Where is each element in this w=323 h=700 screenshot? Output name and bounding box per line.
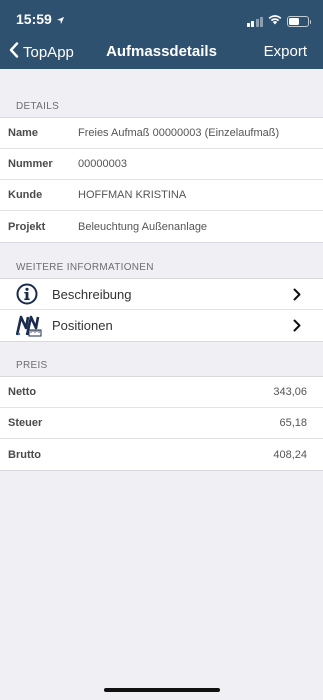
price-value: 65,18 xyxy=(279,417,307,429)
back-button-label: TopApp xyxy=(23,43,74,61)
detail-row-customer: Kunde HOFFMAN KRISTINA xyxy=(0,180,323,211)
details-group: Name Freies Aufmaß 00000003 (Einzelaufma… xyxy=(0,117,323,243)
export-button[interactable]: Export xyxy=(264,43,307,60)
more-info-group: Beschreibung Positionen xyxy=(0,278,323,342)
price-row-net: Netto 343,06 xyxy=(0,377,323,408)
chevron-left-icon xyxy=(9,42,19,62)
back-button[interactable]: TopApp xyxy=(9,42,74,62)
price-row-tax: Steuer 65,18 xyxy=(0,408,323,439)
status-indicators xyxy=(246,12,311,30)
price-section-header: PREIS xyxy=(16,360,48,371)
chevron-right-icon xyxy=(293,319,301,337)
detail-value: HOFFMAN KRISTINA xyxy=(78,189,187,201)
more-info-section-header: WEITERE INFORMATIONEN xyxy=(16,262,154,273)
detail-label: Nummer xyxy=(8,158,53,170)
measurement-icon xyxy=(15,314,42,337)
details-section-header: DETAILS xyxy=(16,101,60,112)
status-time: 15:59 xyxy=(16,11,52,27)
location-arrow-icon xyxy=(56,12,65,30)
price-label: Brutto xyxy=(8,448,41,461)
detail-row-name: Name Freies Aufmaß 00000003 (Einzelaufma… xyxy=(0,118,323,149)
detail-value: Beleuchtung Außenanlage xyxy=(78,220,208,233)
detail-value: 00000003 xyxy=(78,158,127,170)
cellular-signal-icon xyxy=(246,16,263,27)
description-row[interactable]: Beschreibung xyxy=(0,279,323,310)
detail-row-number: Nummer 00000003 xyxy=(0,149,323,180)
positions-row[interactable]: Positionen xyxy=(0,310,323,341)
positions-label: Positionen xyxy=(52,318,113,333)
wifi-icon xyxy=(268,12,282,30)
home-indicator[interactable] xyxy=(104,688,220,692)
info-icon xyxy=(16,283,40,305)
detail-label: Kunde xyxy=(8,189,43,201)
price-label: Netto xyxy=(8,386,37,398)
detail-label: Projekt xyxy=(8,220,46,233)
chevron-right-icon xyxy=(293,288,301,306)
status-bar: 15:59 xyxy=(0,0,323,36)
navigation-header: 15:59 TopApp Aufmassdetails Export xyxy=(0,0,323,69)
description-label: Beschreibung xyxy=(52,286,132,302)
detail-label: Name xyxy=(8,127,38,139)
price-label: Steuer xyxy=(8,417,43,429)
battery-icon xyxy=(287,15,311,27)
nav-bar: TopApp Aufmassdetails Export xyxy=(0,36,323,69)
price-value: 343,06 xyxy=(273,386,307,398)
detail-row-project: Projekt Beleuchtung Außenanlage xyxy=(0,211,323,242)
price-group: Netto 343,06 Steuer 65,18 Brutto 408,24 xyxy=(0,376,323,471)
price-value: 408,24 xyxy=(273,448,307,461)
price-row-gross: Brutto 408,24 xyxy=(0,439,323,470)
detail-value: Freies Aufmaß 00000003 (Einzelaufmaß) xyxy=(78,127,280,139)
